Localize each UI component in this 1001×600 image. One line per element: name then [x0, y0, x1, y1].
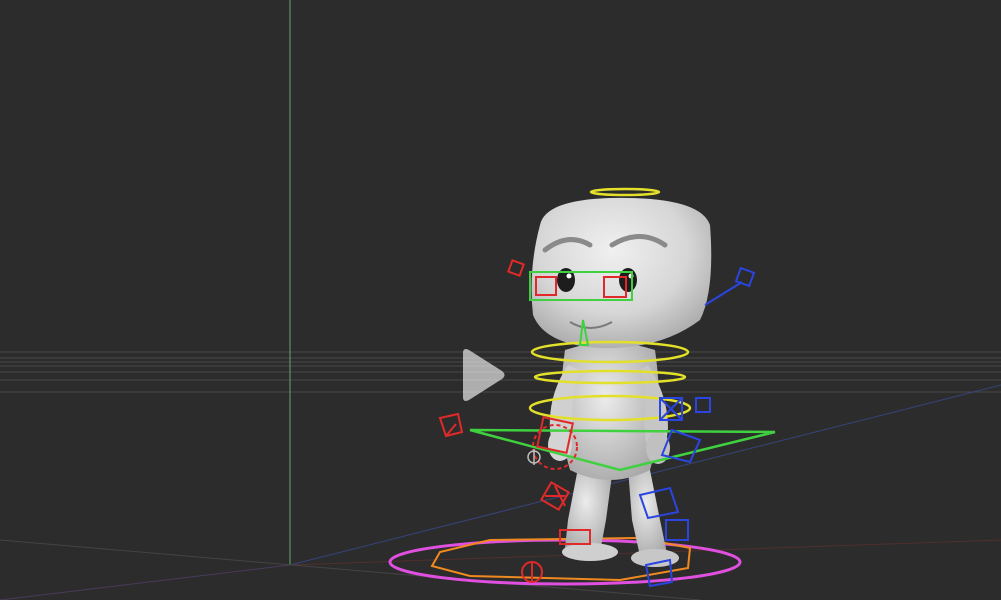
viewport-scene	[0, 0, 1001, 600]
play-button[interactable]	[445, 343, 515, 407]
3d-viewport[interactable]	[0, 0, 1001, 600]
play-icon	[463, 349, 505, 401]
z-axis-line	[0, 564, 291, 600]
